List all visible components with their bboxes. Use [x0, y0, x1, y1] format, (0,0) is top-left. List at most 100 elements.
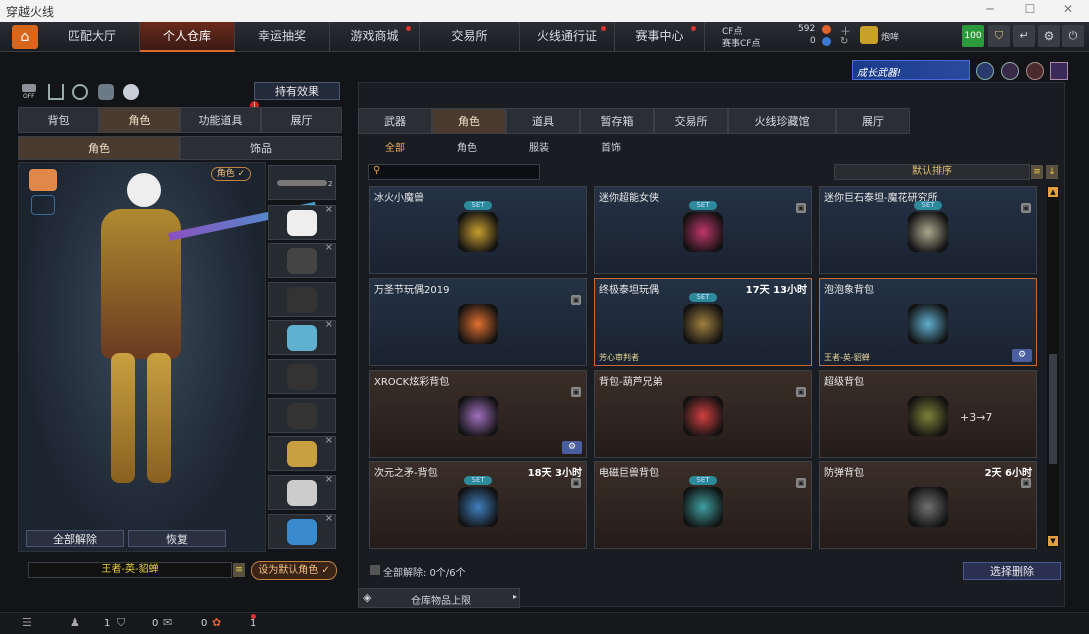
- scroll-thumb[interactable]: [1049, 354, 1057, 464]
- gear-icon[interactable]: ⚙: [1038, 25, 1060, 47]
- exit-icon[interactable]: ↵: [1013, 25, 1035, 47]
- equip-slot-3[interactable]: [268, 282, 336, 317]
- left-tab-1[interactable]: 角色: [99, 107, 180, 133]
- item-card[interactable]: XROCK炫彩背包 ▣ ⚙: [369, 370, 587, 458]
- sort-dropdown[interactable]: 默认排序: [834, 164, 1030, 180]
- friends-icon[interactable]: ♟: [70, 616, 80, 629]
- nav-tab-label: 幸运抽奖: [257, 29, 306, 43]
- right-tab-4[interactable]: 交易所: [654, 108, 728, 134]
- remove-icon[interactable]: ×: [325, 242, 333, 253]
- equip-slot-0[interactable]: [268, 165, 336, 200]
- remove-icon[interactable]: ×: [325, 474, 333, 485]
- chat-icon[interactable]: ✉: [163, 616, 172, 629]
- sort-order-icon[interactable]: ↓: [1046, 165, 1058, 179]
- equip-slot-6[interactable]: [268, 398, 336, 433]
- nav-tab-1[interactable]: 个人仓库: [140, 22, 235, 52]
- remove-icon[interactable]: ×: [325, 435, 333, 446]
- maximize-icon[interactable]: ☐: [1010, 2, 1050, 20]
- hold-effect-button[interactable]: 持有效果: [254, 82, 340, 100]
- item-card[interactable]: 冰火小魔兽 SET: [369, 186, 587, 274]
- filter-1[interactable]: 角色: [440, 139, 494, 154]
- role-tag[interactable]: 角色 ✓: [211, 167, 251, 181]
- filter-3[interactable]: 首饰: [584, 139, 638, 154]
- equip-slot-2[interactable]: ×: [268, 242, 336, 278]
- nav-tab-5[interactable]: 火线通行证: [520, 22, 615, 52]
- right-tab-5[interactable]: 火线珍藏馆: [728, 108, 836, 134]
- scroll-up-icon[interactable]: ▲: [1048, 187, 1058, 197]
- left-subtab-0[interactable]: 角色: [18, 136, 180, 160]
- menu-icon[interactable]: ≡: [233, 563, 245, 577]
- character-preview[interactable]: 角色 ✓: [18, 162, 317, 552]
- item-card[interactable]: 迷你超能女侠 SET ▣: [594, 186, 812, 274]
- home-button[interactable]: ⌂: [12, 25, 38, 49]
- item-card[interactable]: 终极泰坦玩偶 17天 13小时 SET 芳心审判者: [594, 278, 812, 366]
- equip-slot-4[interactable]: ×: [268, 319, 336, 355]
- close-icon[interactable]: ✕: [1048, 2, 1088, 20]
- nav-tab-4[interactable]: 交易所: [420, 22, 520, 52]
- equip-slot-8[interactable]: ×: [268, 474, 336, 510]
- wing-icon[interactable]: [31, 195, 55, 215]
- gift-icon[interactable]: ✿: [212, 616, 221, 629]
- hammer-icon[interactable]: [1026, 62, 1044, 80]
- item-card[interactable]: 迷你巨石泰坦-魔花研究所 SET ▣: [819, 186, 1037, 274]
- slot-item-icon: [287, 441, 317, 467]
- filter-0[interactable]: 全部: [368, 139, 422, 154]
- filter-2[interactable]: 服装: [512, 139, 566, 154]
- power-icon[interactable]: ⏻: [1062, 25, 1084, 47]
- target-icon[interactable]: [1001, 62, 1019, 80]
- item-card[interactable]: 背包-葫芦兄弟 ▣: [594, 370, 812, 458]
- search-input[interactable]: ⚲: [368, 164, 540, 180]
- left-tab-2[interactable]: 功能道具: [180, 107, 261, 133]
- clan-icon[interactable]: ⛉: [117, 616, 125, 630]
- left-tab-0[interactable]: 背包: [18, 107, 99, 133]
- equip-slot-1[interactable]: ×: [268, 204, 336, 240]
- pose-icon[interactable]: [29, 169, 57, 191]
- left-subtab-1[interactable]: 饰品: [180, 136, 342, 160]
- character-icon[interactable]: [98, 84, 114, 100]
- stats-icon[interactable]: [48, 84, 64, 100]
- right-tab-2[interactable]: 道具: [506, 108, 580, 134]
- nav-tab-6[interactable]: 赛事中心: [615, 22, 705, 52]
- item-card[interactable]: 超级背包 +3→7: [819, 370, 1037, 458]
- right-tab-0[interactable]: 武器: [358, 108, 432, 134]
- right-tab-3[interactable]: 暂存箱: [580, 108, 654, 134]
- unequip-all-button[interactable]: 全部解除: [26, 530, 124, 547]
- nav-tab-2[interactable]: 幸运抽奖: [235, 22, 330, 52]
- restore-button[interactable]: 恢复: [128, 530, 226, 547]
- menu-list-icon[interactable]: ☰: [22, 616, 32, 629]
- equip-slot-5[interactable]: [268, 359, 336, 394]
- remove-icon[interactable]: ×: [325, 319, 333, 330]
- remove-icon[interactable]: ×: [325, 204, 333, 215]
- item-card[interactable]: 电磁巨兽背包 SET ▣: [594, 461, 812, 549]
- rotate-icon[interactable]: [72, 84, 88, 100]
- scrollbar[interactable]: ▲ ▼: [1047, 186, 1059, 548]
- item-card[interactable]: 泡泡象背包 ⚙ 王者-英-貂蝉: [819, 278, 1037, 366]
- off-toggle[interactable]: OFF: [22, 84, 40, 102]
- storage-limit-bar[interactable]: ◈ 仓库物品上限 ▸: [358, 588, 520, 608]
- gear-icon[interactable]: ⚙: [1012, 349, 1032, 362]
- shield-icon[interactable]: ⛉: [988, 25, 1010, 47]
- remove-icon[interactable]: ×: [325, 513, 333, 524]
- select-delete-button[interactable]: 选择删除: [963, 562, 1061, 580]
- right-tab-6[interactable]: 展厅: [836, 108, 910, 134]
- season-icon[interactable]: [976, 62, 994, 80]
- item-card[interactable]: 次元之矛-背包 18天 3小时 SET ▣: [369, 461, 587, 549]
- growth-weapon-banner[interactable]: 成长武器!: [852, 60, 970, 80]
- set-default-role-button[interactable]: 设为默认角色 ✓: [251, 561, 337, 580]
- minimize-icon[interactable]: ─: [970, 2, 1010, 20]
- item-card[interactable]: 防弹背包 2天 6小时 ▣: [819, 461, 1037, 549]
- pet-icon[interactable]: [123, 84, 139, 100]
- right-tab-1[interactable]: 角色: [432, 108, 506, 134]
- refresh-icon[interactable]: ↻: [840, 36, 848, 47]
- gear-icon[interactable]: ⚙: [562, 441, 582, 454]
- item-name: 泡泡象背包: [824, 285, 874, 296]
- nav-tab-3[interactable]: 游戏商城: [330, 22, 420, 52]
- equip-slot-7[interactable]: ×: [268, 435, 336, 471]
- equip-slot-9[interactable]: ×: [268, 513, 336, 549]
- left-tab-3[interactable]: 展厅: [261, 107, 342, 133]
- nav-tab-0[interactable]: 匹配大厅: [45, 22, 140, 52]
- list-view-icon[interactable]: ≡: [1031, 165, 1043, 179]
- item-card[interactable]: 万圣节玩偶2019 ▣: [369, 278, 587, 366]
- scroll-down-icon[interactable]: ▼: [1048, 536, 1058, 546]
- v-badge-icon[interactable]: [1050, 62, 1068, 80]
